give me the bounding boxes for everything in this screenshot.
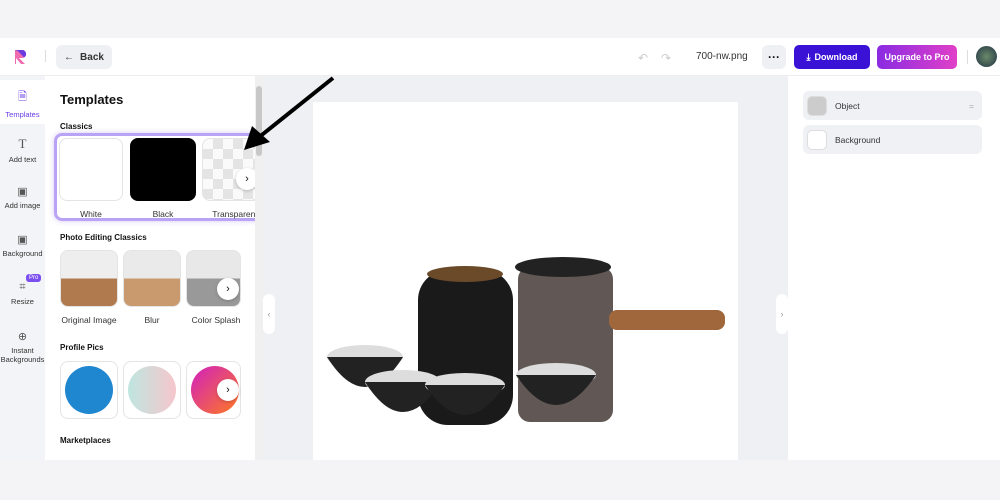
rail-label: Add image [4, 201, 41, 210]
section-title: Profile Pics [60, 343, 104, 352]
plus-icon: ⊕ [17, 331, 28, 343]
app-logo[interactable] [8, 44, 34, 70]
template-black[interactable] [130, 138, 196, 201]
download-icon: ⤓ [806, 51, 811, 62]
drag-handle-icon[interactable]: = [969, 101, 974, 111]
section-title: Photo Editing Classics [60, 233, 147, 242]
template-label: Blur [144, 315, 160, 325]
background-swatch [807, 129, 827, 150]
layer-label: Background [835, 134, 881, 145]
rail-item-instant-backgrounds[interactable]: ⊕ Instant Backgrounds [0, 330, 45, 364]
template-profile-pastel[interactable] [123, 361, 181, 419]
user-avatar[interactable] [976, 46, 997, 67]
undo-icon[interactable]: ↶ [638, 51, 648, 65]
template-label: White [80, 209, 102, 219]
rail-item-background[interactable]: ▣ Background [0, 233, 45, 258]
back-label: Back [80, 51, 104, 63]
rail-item-resize[interactable]: ⌗ Resize Pro [0, 274, 45, 306]
rail-label: Background [2, 249, 43, 258]
arrow-left-icon: ← [64, 51, 75, 63]
template-blur[interactable] [123, 250, 181, 307]
template-white[interactable] [59, 138, 123, 201]
pro-badge: Pro [26, 274, 42, 282]
rail-label: Templates [5, 110, 40, 119]
crop-icon: ⌗ [19, 281, 26, 293]
panel-title: Templates [60, 92, 124, 107]
divider [967, 50, 968, 64]
section-title: Classics [60, 122, 93, 131]
rail-item-add-image[interactable]: ▣ Add image [0, 185, 45, 210]
more-button[interactable]: ··· [762, 45, 786, 69]
redo-icon[interactable]: ↷ [661, 51, 671, 65]
layer-object[interactable]: Object = [803, 91, 982, 120]
rail-item-add-text[interactable]: T Add text [0, 136, 45, 164]
file-name: 700-nw.png [696, 51, 748, 62]
template-original-image[interactable] [60, 250, 118, 307]
chevron-right-icon[interactable]: › [217, 278, 239, 300]
collapse-right-icon[interactable]: › [776, 294, 788, 334]
templates-panel: Templates Classics White Black Transpare… [45, 76, 267, 460]
editor-canvas[interactable] [313, 102, 738, 460]
template-label: Color Splash [191, 315, 241, 325]
rail-item-templates[interactable]: 🗎 Templates [0, 80, 45, 124]
layer-background[interactable]: Background [803, 125, 982, 154]
object-thumbnail [807, 95, 827, 116]
rail-label: Instant Backgrounds [0, 346, 45, 364]
download-button[interactable]: ⤓ Download [794, 45, 870, 69]
template-profile-blue[interactable] [60, 361, 118, 419]
collapse-left-icon[interactable]: ‹ [263, 294, 275, 334]
template-label: Black [152, 209, 174, 219]
layer-label: Object [835, 100, 860, 111]
section-title: Marketplaces [60, 436, 111, 445]
back-button[interactable]: ← Back [56, 45, 112, 69]
product-image[interactable] [313, 102, 738, 460]
image-icon: ▣ [17, 186, 28, 198]
rail-label: Resize [11, 297, 34, 306]
chevron-right-icon[interactable]: › [217, 379, 239, 401]
rail-label: Add text [8, 155, 37, 164]
template-icon: 🗎 [18, 91, 27, 103]
arrow-annotation [244, 76, 335, 150]
divider [45, 50, 46, 62]
text-icon: T [18, 136, 27, 151]
download-label: Download [814, 52, 858, 62]
template-label: Original Image [61, 315, 117, 325]
side-rail: 🗎 Templates T Add text ▣ Add image ▣ Backgro… [0, 76, 45, 460]
background-icon: ▣ [17, 234, 28, 246]
upgrade-button[interactable]: Upgrade to Pro [877, 45, 957, 69]
